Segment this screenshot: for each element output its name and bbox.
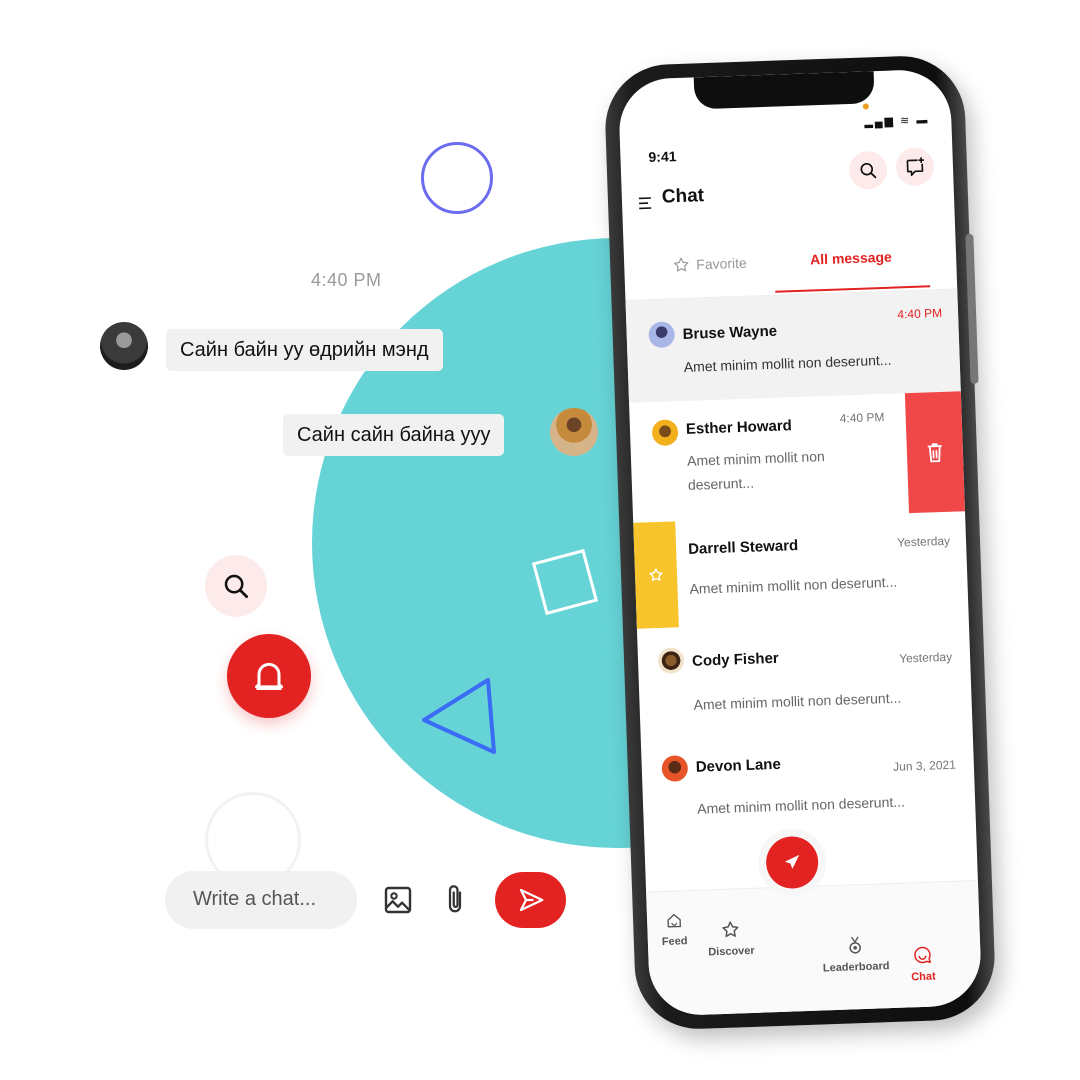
search-button[interactable] [205, 555, 267, 617]
nav-chat[interactable]: Chat [910, 945, 936, 984]
ring-decoration [421, 142, 493, 214]
message-time: Yesterday [896, 533, 951, 550]
avatar [661, 755, 689, 782]
message-tabs: Favorite All message [622, 218, 958, 301]
delete-button[interactable] [904, 391, 966, 514]
nav-feed[interactable]: Feed [661, 911, 688, 948]
nav-label: Leaderboard [822, 960, 890, 975]
new-message-button[interactable] [895, 147, 935, 187]
chat-icon [914, 946, 932, 964]
avatar [657, 647, 685, 675]
contact-name: Bruse Wayne [682, 322, 778, 343]
avatar [550, 408, 598, 456]
tab-label: Favorite [695, 254, 748, 273]
message-preview: Amet minim mollit non deserunt... [689, 573, 898, 597]
message-time: 4:40 PM [839, 409, 885, 426]
medal-icon [849, 936, 862, 954]
bell-icon [255, 662, 283, 690]
nav-leaderboard[interactable]: Leaderboard [822, 934, 890, 974]
send-icon [519, 888, 543, 912]
nav-label: Chat [911, 970, 936, 984]
search-icon [224, 574, 248, 598]
home-icon [667, 913, 681, 928]
menu-icon[interactable] [638, 195, 655, 212]
message-time: 4:40 PM [897, 305, 943, 322]
message-time: Jun 3, 2021 [892, 757, 957, 774]
bottom-navigation: Feed Discover Leaderboard Chat [646, 879, 983, 1017]
notification-button[interactable] [227, 634, 311, 718]
message-preview: Amet minim mollit non deserunt... [686, 448, 825, 493]
message-bubble-sent: Сайн сайн байна ууу [283, 414, 505, 456]
page-title: Chat [661, 185, 705, 208]
contact-name: Cody Fisher [691, 649, 780, 670]
attachment-icon[interactable] [440, 882, 470, 918]
search-icon [860, 162, 877, 179]
nav-discover[interactable]: Discover [707, 919, 755, 959]
star-icon [649, 568, 663, 582]
message-time: Yesterday [898, 649, 953, 666]
recording-indicator [862, 103, 869, 110]
conversation-row[interactable]: Esther Howard 4:40 PM Amet minim mollit … [629, 391, 966, 523]
avatar [648, 321, 676, 349]
new-message-icon [906, 157, 924, 176]
send-button[interactable] [495, 872, 566, 928]
trash-icon [927, 443, 942, 463]
conversation-row[interactable]: Bruse Wayne 4:40 PM Amet minim mollit no… [625, 289, 961, 403]
send-icon [784, 854, 800, 869]
conversation-row[interactable]: Darrell Steward Yesterday Amet minim mol… [633, 511, 968, 629]
compose-fab-button[interactable] [765, 835, 820, 890]
conversation-row[interactable]: Devon Lane Jun 3, 2021 Amet minim mollit… [641, 727, 976, 843]
message-bubble-received: Сайн байн уу өдрийн мэнд [166, 329, 443, 371]
status-icons: ▂▄▆ ≋ ▬ [864, 114, 930, 129]
message-preview: Amet minim mollit non deserunt... [683, 351, 892, 375]
conversation-row[interactable]: Cody Fisher Yesterday Amet minim mollit … [637, 623, 972, 739]
star-icon [673, 257, 689, 272]
contact-name: Devon Lane [695, 755, 782, 776]
tab-all-message[interactable]: All message [810, 249, 892, 268]
phone-mockup: 9:41 ▂▄▆ ≋ ▬ Chat Favorite All message B… [603, 54, 997, 1031]
tab-favorite[interactable]: Favorite [672, 254, 747, 275]
status-time: 9:41 [648, 148, 677, 166]
contact-name: Esther Howard [685, 417, 793, 438]
triangle-decoration [422, 678, 496, 754]
message-preview: Amet minim mollit non deserunt... [696, 793, 906, 817]
avatar [100, 322, 148, 370]
message-input[interactable] [193, 888, 343, 911]
nav-label: Feed [661, 935, 688, 949]
phone-notch [693, 71, 875, 110]
nav-label: Discover [708, 944, 755, 959]
avatar [651, 419, 679, 447]
favorite-button[interactable] [633, 521, 679, 629]
image-icon[interactable] [382, 884, 414, 916]
phone-screen: 9:41 ▂▄▆ ≋ ▬ Chat Favorite All message B… [617, 68, 983, 1017]
header-search-button[interactable] [848, 150, 888, 191]
chat-timestamp: 4:40 PM [311, 270, 382, 290]
star-icon [722, 921, 739, 938]
contact-name: Darrell Steward [687, 537, 799, 558]
message-preview: Amet minim mollit non deserunt... [693, 689, 902, 713]
